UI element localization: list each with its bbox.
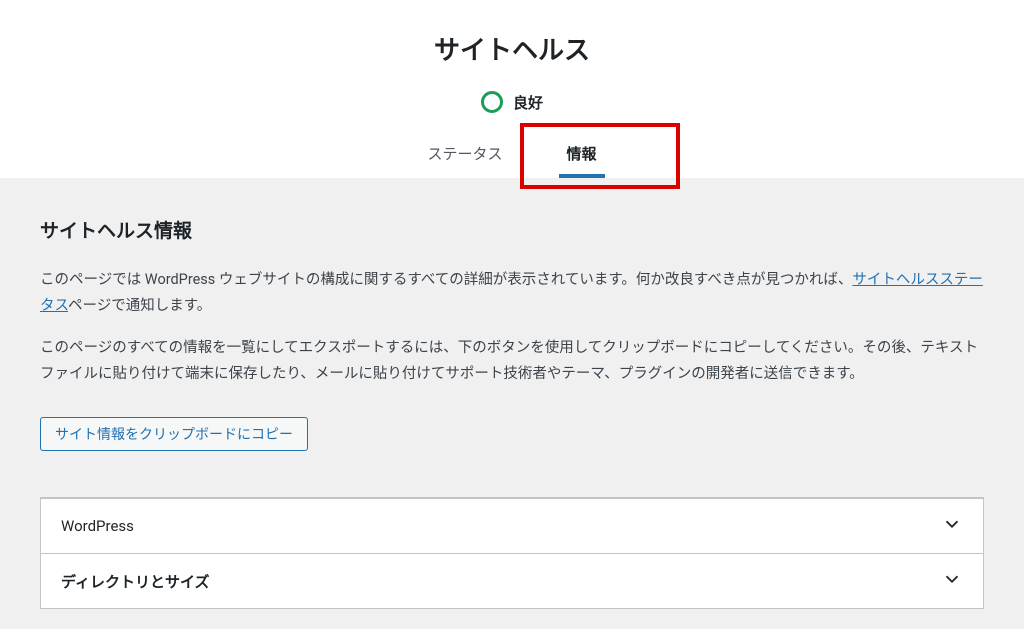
accordion-label: WordPress: [61, 517, 134, 535]
desc1-post: ページで通知します。: [68, 297, 211, 314]
tabs: ステータス 情報: [0, 133, 1024, 178]
content-area: サイトヘルス情報 このページでは WordPress ウェブサイトの構成に関する…: [0, 178, 1024, 629]
description-2: このページのすべての情報を一覧にしてエクスポートするには、下のボタンを使用してク…: [40, 335, 984, 387]
tab-info[interactable]: 情報: [535, 133, 629, 178]
header-area: サイトヘルス 良好 ステータス 情報: [0, 0, 1024, 178]
tab-status[interactable]: ステータス: [395, 133, 534, 178]
desc1-pre: このページでは WordPress ウェブサイトの構成に関するすべての詳細が表示…: [40, 271, 852, 288]
accordion-item-wordpress[interactable]: WordPress: [40, 498, 984, 554]
accordion-item-directory-size[interactable]: ディレクトリとサイズ: [40, 554, 984, 609]
chevron-down-icon: [941, 513, 963, 539]
page-title: サイトヘルス: [0, 30, 1024, 67]
status-good-icon: [481, 91, 503, 113]
copy-site-info-button[interactable]: サイト情報をクリップボードにコピー: [40, 417, 308, 451]
accordion-label: ディレクトリとサイズ: [61, 571, 210, 592]
accordion: WordPress ディレクトリとサイズ: [40, 497, 984, 609]
status-label: 良好: [513, 92, 543, 113]
description-1: このページでは WordPress ウェブサイトの構成に関するすべての詳細が表示…: [40, 267, 984, 319]
status-row: 良好: [0, 91, 1024, 113]
section-title: サイトヘルス情報: [40, 216, 984, 243]
chevron-down-icon: [941, 568, 963, 594]
